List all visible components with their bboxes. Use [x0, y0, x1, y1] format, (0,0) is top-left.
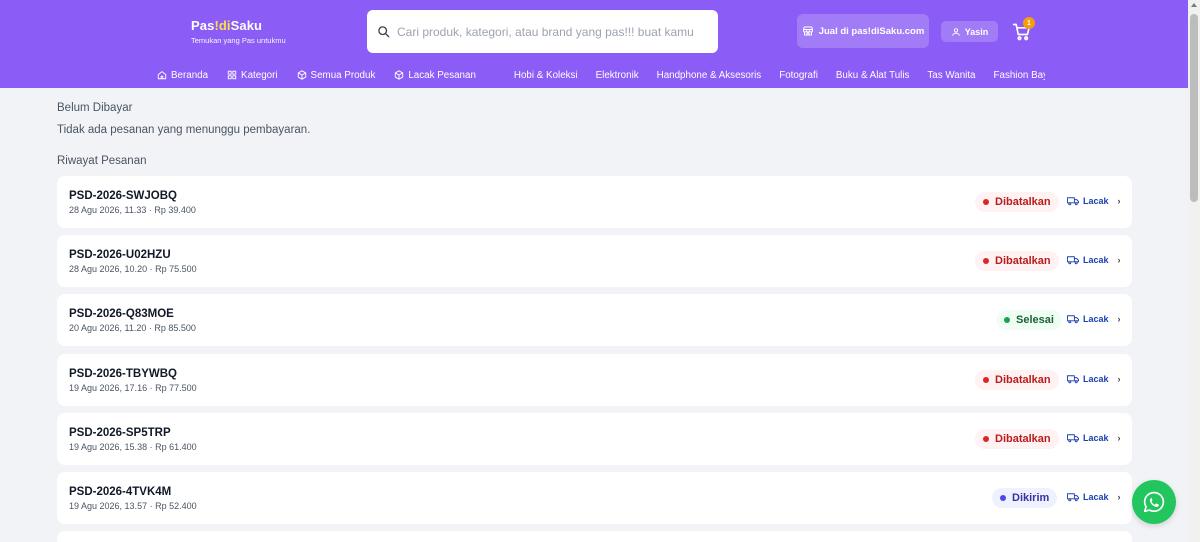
chevron-right-icon: › — [1117, 374, 1121, 384]
user-icon — [951, 27, 960, 36]
order-id: PSD-2026-TBYWBQ — [69, 368, 177, 380]
logo-title: Pas!diSaku — [191, 18, 263, 33]
search-box[interactable] — [367, 10, 718, 53]
unpaid-empty-message: Tidak ada pesanan yang menunggu pembayar… — [57, 124, 311, 136]
scroll-up-arrow-icon[interactable] — [1191, 3, 1197, 7]
truck-icon — [1067, 256, 1079, 265]
status-badge: Dikirim — [992, 488, 1058, 508]
status-badge: Selesai — [996, 310, 1062, 330]
user-name: Yasin — [964, 26, 989, 37]
scroll-thumb[interactable] — [1190, 14, 1198, 202]
nav-category-item[interactable]: Fashion Bayi & Ana — [994, 70, 1045, 81]
order-card[interactable] — [57, 531, 1132, 542]
home-icon — [157, 71, 167, 80]
whatsapp-chat-button[interactable] — [1132, 480, 1176, 524]
chevron-right-icon: › — [1117, 255, 1121, 265]
order-meta: 19 Agu 2026, 15.38 · Rp 61.400 — [69, 442, 197, 452]
order-id: PSD-2026-Q83MOE — [69, 308, 174, 320]
order-card[interactable]: PSD-2026-SWJOBQ 28 Agu 2026, 11.33 · Rp … — [57, 176, 1132, 228]
status-dot — [983, 377, 989, 383]
order-id: PSD-2026-U02HZU — [69, 249, 171, 261]
truck-icon — [1067, 197, 1079, 206]
nav-category-item[interactable]: Elektronik — [596, 70, 639, 81]
user-account-button[interactable]: Yasin — [941, 21, 998, 42]
nav-category-item[interactable]: Tas Wanita — [927, 70, 975, 81]
order-meta: 28 Agu 2026, 10.20 · Rp 75.500 — [69, 264, 197, 274]
sell-button[interactable]: Jual di pas!diSaku.com — [797, 14, 929, 48]
store-icon — [802, 26, 813, 36]
unpaid-section-title: Belum Dibayar — [57, 102, 133, 114]
chevron-right-icon: › — [1117, 492, 1121, 502]
order-meta: 28 Agu 2026, 11.33 · Rp 39.400 — [69, 205, 196, 215]
status-dot — [983, 258, 989, 264]
nav-category-item[interactable]: Fotografi — [779, 70, 818, 81]
page-scrollbar[interactable] — [1188, 0, 1200, 542]
order-card[interactable]: PSD-2026-TBYWBQ 19 Agu 2026, 17.16 · Rp … — [57, 354, 1132, 406]
order-card[interactable]: PSD-2026-U02HZU 28 Agu 2026, 10.20 · Rp … — [57, 235, 1132, 287]
status-dot — [1000, 495, 1006, 501]
order-id: PSD-2026-4TVK4M — [69, 486, 172, 498]
track-link[interactable]: Lacak › — [1067, 374, 1121, 384]
status-dot — [983, 436, 989, 442]
nav-category-item[interactable]: Buku & Alat Tulis — [836, 70, 910, 81]
box-icon — [297, 70, 306, 80]
search-icon — [378, 26, 390, 38]
status-badge: Dibatalkan — [975, 429, 1059, 449]
nav-all-products[interactable]: Semua Produk — [297, 70, 375, 81]
main-navigation: Beranda Kategori Semua Produk Lacak Pesa… — [157, 68, 1045, 82]
status-dot — [983, 199, 989, 205]
grid-icon — [227, 70, 237, 80]
status-badge: Dibatalkan — [975, 192, 1059, 212]
search-input[interactable] — [397, 24, 697, 39]
nav-home[interactable]: Beranda — [157, 70, 208, 81]
order-meta: 19 Agu 2026, 13.57 · Rp 52.400 — [69, 501, 197, 511]
nav-track-order[interactable]: Lacak Pesanan — [394, 70, 476, 81]
history-section-title: Riwayat Pesanan — [57, 155, 147, 167]
chevron-right-icon: › — [1117, 433, 1121, 443]
truck-icon — [1067, 493, 1079, 502]
nav-category-item[interactable]: Handphone & Aksesoris — [657, 70, 762, 81]
sell-button-label: Jual di pas!diSaku.com — [818, 25, 925, 37]
status-dot — [1004, 317, 1010, 323]
top-header: Pas!diSaku Temukan yang Pas untukmu Jual… — [0, 0, 1188, 88]
track-link[interactable]: Lacak › — [1067, 255, 1121, 265]
order-meta: 19 Agu 2026, 17.16 · Rp 77.500 — [69, 383, 197, 393]
truck-icon — [1067, 434, 1079, 443]
truck-icon — [1067, 315, 1079, 324]
whatsapp-icon — [1143, 491, 1165, 513]
track-link[interactable]: Lacak › — [1067, 314, 1121, 324]
order-card[interactable]: PSD-2026-4TVK4M 19 Agu 2026, 13.57 · Rp … — [57, 472, 1132, 524]
status-badge: Dibatalkan — [975, 370, 1059, 390]
truck-icon — [1067, 375, 1079, 384]
nav-categories[interactable]: Kategori — [227, 70, 278, 81]
order-meta: 20 Agu 2026, 11.20 · Rp 85.500 — [69, 323, 196, 333]
status-badge: Dibatalkan — [975, 251, 1059, 271]
brand-logo[interactable]: Pas!diSaku Temukan yang Pas untukmu — [191, 18, 286, 45]
package-icon — [395, 70, 404, 80]
order-id: PSD-2026-SWJOBQ — [69, 190, 178, 202]
track-link[interactable]: Lacak › — [1067, 492, 1121, 502]
track-link[interactable]: Lacak › — [1067, 196, 1121, 206]
chevron-right-icon: › — [1117, 196, 1121, 206]
cart-count-badge: 1 — [1023, 17, 1035, 29]
order-id: PSD-2026-SP5TRP — [69, 427, 171, 439]
nav-category-item[interactable]: Hobi & Koleksi — [514, 70, 578, 81]
chevron-right-icon: › — [1117, 314, 1121, 324]
order-card[interactable]: PSD-2026-Q83MOE 20 Agu 2026, 11.20 · Rp … — [57, 294, 1132, 346]
track-link[interactable]: Lacak › — [1067, 433, 1121, 443]
logo-tagline: Temukan yang Pas untukmu — [191, 36, 286, 45]
order-card[interactable]: PSD-2026-SP5TRP 19 Agu 2026, 15.38 · Rp … — [57, 413, 1132, 465]
